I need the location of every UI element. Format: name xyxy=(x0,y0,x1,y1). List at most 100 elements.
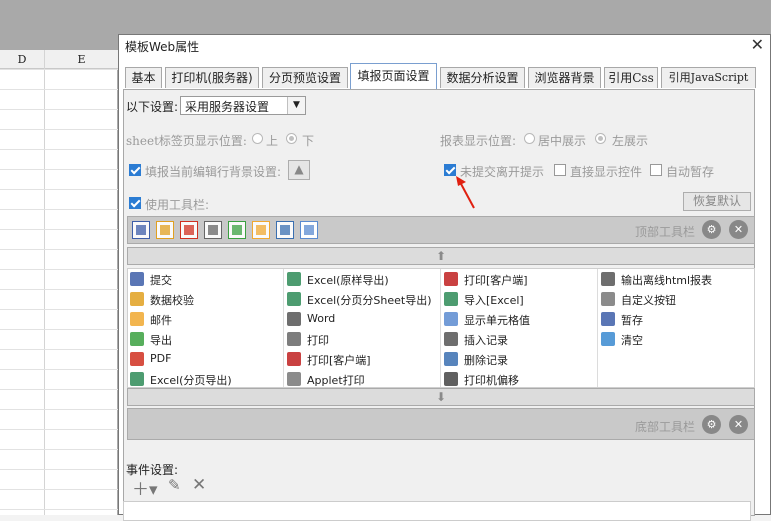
toolbar-item-label: 数据校验 xyxy=(150,294,194,307)
close-icon[interactable]: ✕ xyxy=(751,35,764,55)
column-header-d[interactable]: D xyxy=(0,50,44,69)
radio-sheet-bottom[interactable] xyxy=(286,133,297,144)
background-picker-icon[interactable]: ▲ xyxy=(288,160,310,180)
blank-icon[interactable] xyxy=(300,221,318,239)
toolbar-item-label: PDF xyxy=(150,352,172,365)
column-header-e[interactable]: E xyxy=(45,50,118,69)
toolbar-item-label: 提交 xyxy=(150,274,172,287)
fill-bg-label: 填报当前编辑行背景设置: xyxy=(145,165,282,179)
sheet-row-line xyxy=(0,129,118,130)
radio-report-center[interactable] xyxy=(524,133,535,144)
mail-icon[interactable] xyxy=(252,221,270,239)
radio-sheet-top[interactable] xyxy=(252,133,263,144)
toolbar-item[interactable]: 导出 xyxy=(130,330,282,350)
bottom-toolbar-settings-icon[interactable]: ⚙ xyxy=(702,415,721,434)
tab-basic[interactable]: 基本 xyxy=(125,67,162,88)
toolbar-item[interactable]: 清空 xyxy=(601,330,753,350)
toolbar-button-grid: 提交数据校验邮件 导出 PDF Excel(分页导出) Excel(原样导出) Excel… xyxy=(127,268,755,388)
radio-report-center-label: 居中展示 xyxy=(538,134,587,148)
restore-default-button[interactable]: 恢复默认 xyxy=(683,192,751,211)
export-icon[interactable] xyxy=(228,221,246,239)
template-web-properties-dialog: 模板Web属性 ✕ 基本 打印机(服务器) 分页预览设置 填报页面设置 数据分析… xyxy=(118,34,771,521)
toolbar-item[interactable]: 显示单元格值 xyxy=(444,310,596,330)
toolbar-item-label: 导入[Excel] xyxy=(464,294,524,307)
autosave-checkbox[interactable] xyxy=(650,164,662,176)
pdf-print-icon[interactable] xyxy=(180,221,198,239)
mode-label: 以下设置: xyxy=(126,100,179,114)
toolbar-item[interactable]: Excel(分页导出) xyxy=(130,370,282,390)
print-icon[interactable] xyxy=(204,221,222,239)
toolbar-item[interactable]: Excel(原样导出) xyxy=(287,270,439,290)
add-event-icon[interactable]: ＋▾ xyxy=(132,475,158,500)
grid-divider xyxy=(283,269,284,387)
cell-value-icon xyxy=(444,312,458,326)
use-toolbar-label: 使用工具栏: xyxy=(145,198,210,212)
toolbar-item[interactable]: 打印[客户端] xyxy=(444,270,596,290)
sheet-row-line xyxy=(0,89,118,90)
toolbar-item[interactable]: PDF xyxy=(130,350,282,370)
tab-printer-server[interactable]: 打印机(服务器) xyxy=(165,67,259,88)
sheet-row-line xyxy=(0,449,118,450)
toolbar-item-label: Excel(分页导出) xyxy=(150,374,232,387)
insert-icon-glyph xyxy=(280,225,290,235)
toolbar-item-label: 清空 xyxy=(621,334,643,347)
toolbar-item-label: 输出离线html报表 xyxy=(621,274,713,287)
move-up-bar[interactable]: ⬆ xyxy=(127,247,755,265)
tab-page-preview[interactable]: 分页预览设置 xyxy=(262,67,348,88)
toolbar-item[interactable]: 打印机偏移 xyxy=(444,370,596,390)
toolbar-item[interactable]: 导入[Excel] xyxy=(444,290,596,310)
toolbar-item[interactable]: 暂存 xyxy=(601,310,753,330)
sheet-row-line xyxy=(0,169,118,170)
unsubmitted-leave-checkbox[interactable] xyxy=(444,164,456,176)
tab-reference-css[interactable]: 引用Css xyxy=(604,67,658,88)
column-divider xyxy=(44,50,45,515)
chevron-down-icon: ▼ xyxy=(287,97,305,114)
validate-icon[interactable] xyxy=(156,221,174,239)
mail-icon xyxy=(130,312,144,326)
toolbar-item-label: 打印机偏移 xyxy=(464,374,519,387)
tab-data-analysis[interactable]: 数据分析设置 xyxy=(440,67,525,88)
sheet-row-line xyxy=(0,189,118,190)
toolbar-item[interactable]: 打印[客户端] xyxy=(287,350,439,370)
toolbar-item[interactable]: 数据校验 xyxy=(130,290,282,310)
toolbar-item[interactable]: Excel(分页分Sheet导出) xyxy=(287,290,439,310)
bottom-toolbar-remove-icon[interactable]: ✕ xyxy=(729,415,748,434)
delete-event-icon[interactable]: ✕ xyxy=(192,475,206,495)
pdf-print-icon-glyph xyxy=(184,225,194,235)
toolbar-item[interactable]: 邮件 xyxy=(130,310,282,330)
toolbar-item[interactable]: 插入记录 xyxy=(444,330,596,350)
event-list[interactable] xyxy=(123,501,751,521)
toolbar-item[interactable]: 打印 xyxy=(287,330,439,350)
fill-bg-checkbox[interactable] xyxy=(129,164,141,176)
sheet-row-line xyxy=(0,149,118,150)
autosave-label: 自动暂存 xyxy=(666,165,715,179)
move-down-bar[interactable]: ⬇ xyxy=(127,388,755,406)
top-toolbar-remove-icon[interactable]: ✕ xyxy=(729,220,748,239)
save-icon-glyph xyxy=(136,225,146,235)
print-icon xyxy=(287,332,301,346)
insert-icon[interactable] xyxy=(276,221,294,239)
sheet-row-line xyxy=(0,109,118,110)
toolbar-item[interactable]: 自定义按钮 xyxy=(601,290,753,310)
tab-reference-javascript[interactable]: 引用JavaScript xyxy=(661,67,756,88)
show-widget-checkbox[interactable] xyxy=(554,164,566,176)
sheet-row-line xyxy=(0,69,118,70)
dialog-title: 模板Web属性 xyxy=(125,40,200,54)
toolbar-item[interactable]: Applet打印 xyxy=(287,370,439,390)
sheet-row-line xyxy=(0,469,118,470)
radio-report-left[interactable] xyxy=(595,133,606,144)
toolbar-item[interactable]: 输出离线html报表 xyxy=(601,270,753,290)
tab-fill-page-settings[interactable]: 填报页面设置 xyxy=(350,63,437,89)
mode-select[interactable]: 采用服务器设置 ▼ xyxy=(180,96,306,115)
use-toolbar-checkbox[interactable] xyxy=(129,197,141,209)
toolbar-item[interactable]: 提交 xyxy=(130,270,282,290)
tab-browser-background[interactable]: 浏览器背景 xyxy=(528,67,601,88)
save-icon[interactable] xyxy=(132,221,150,239)
toolbar-item-label: 暂存 xyxy=(621,314,643,327)
toolbar-item[interactable]: Word xyxy=(287,310,439,330)
edit-event-icon[interactable]: ✎ xyxy=(168,476,181,494)
toolbar-item-label: 显示单元格值 xyxy=(464,314,530,327)
pdf-print-icon xyxy=(287,352,301,366)
toolbar-item[interactable]: 删除记录 xyxy=(444,350,596,370)
top-toolbar-settings-icon[interactable]: ⚙ xyxy=(702,220,721,239)
